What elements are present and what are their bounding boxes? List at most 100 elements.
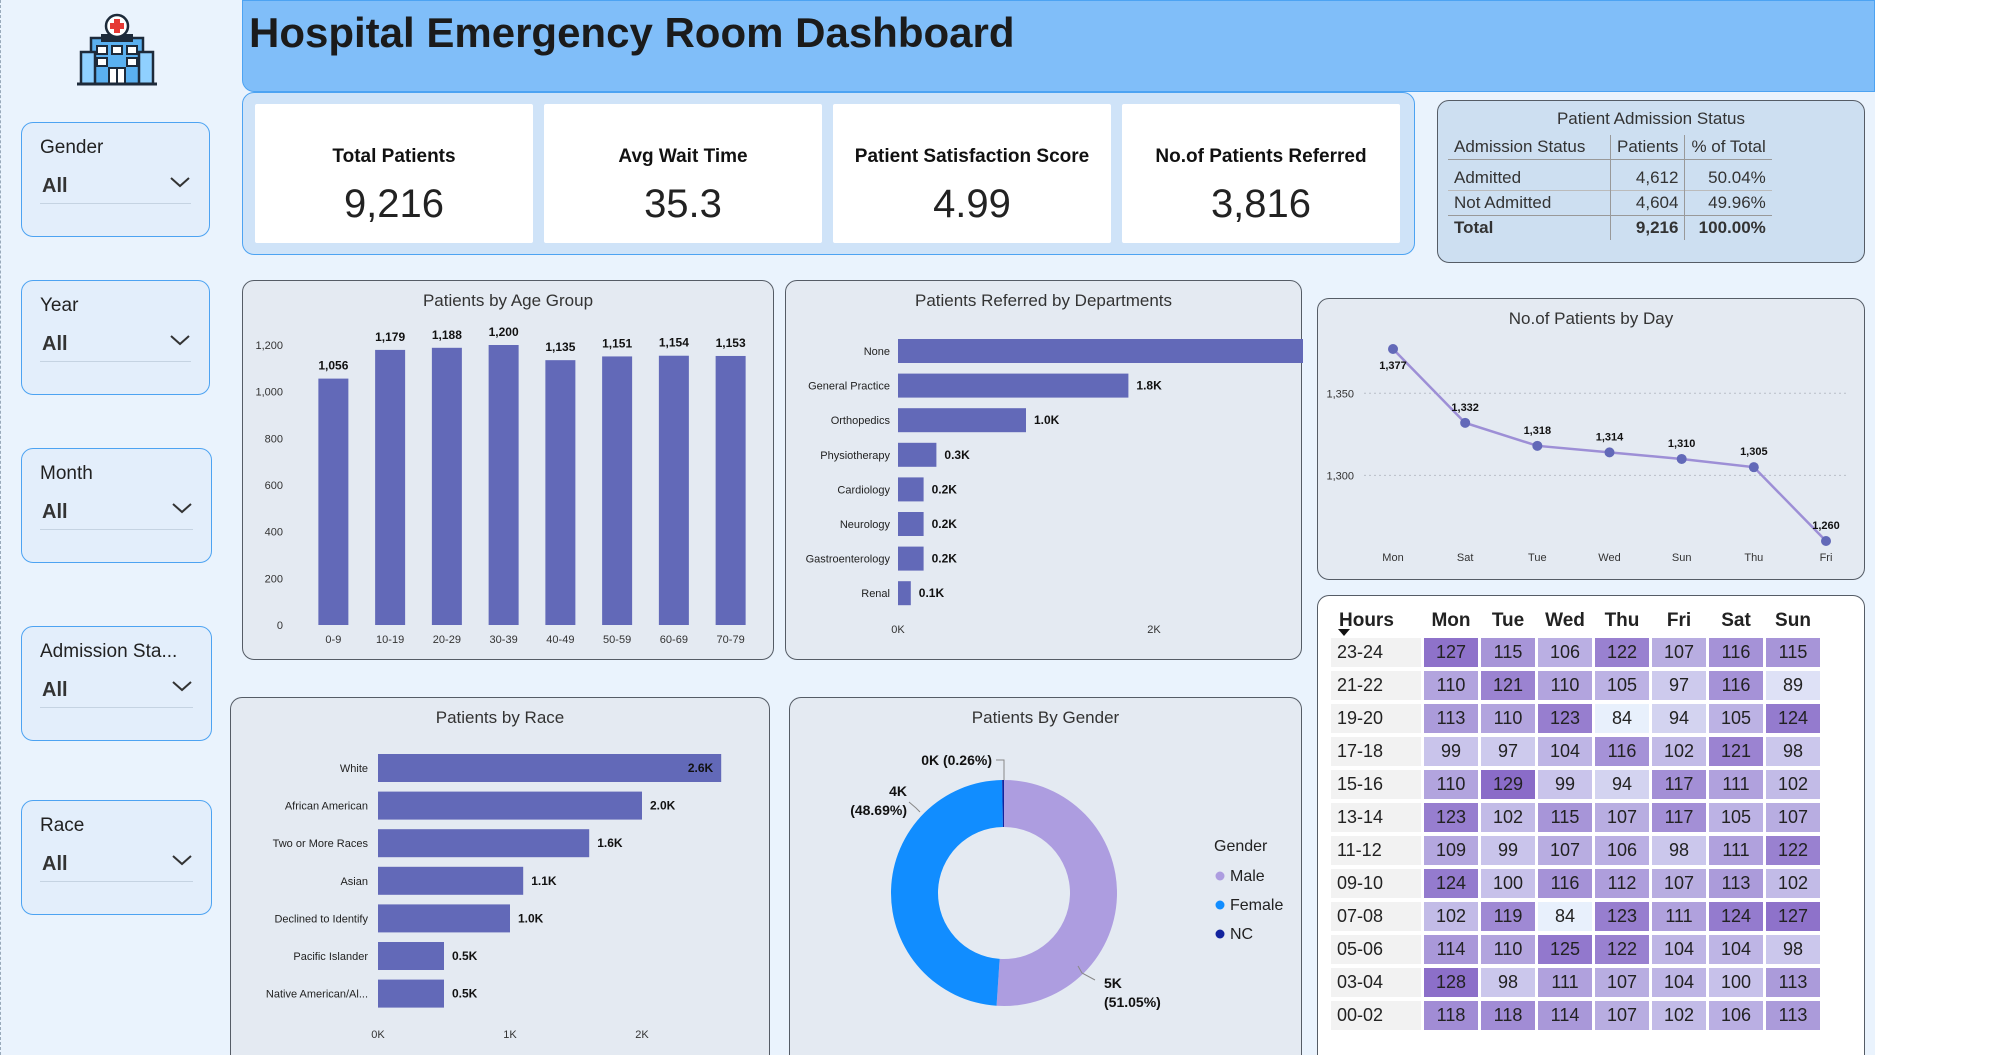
chart-panel-race[interactable]: Patients by Race White 2.6K African Americ… bbox=[230, 697, 770, 1055]
heatmap-cell[interactable]: 128 bbox=[1424, 968, 1478, 997]
heatmap-row[interactable]: 00-02 118 118 114 107 102 106 113 bbox=[1331, 1001, 1820, 1030]
hourly-heatmap-panel[interactable]: Hours Mon Tue Wed Thu Fri Sat Sun 23-24 127 115 106… bbox=[1317, 595, 1865, 1055]
chevron-down-icon[interactable] bbox=[169, 175, 191, 189]
heatmap-cell[interactable]: 106 bbox=[1538, 638, 1592, 667]
kpi-card-satisfaction-score[interactable]: Patient Satisfaction Score 4.99 bbox=[833, 104, 1111, 243]
heatmap-cell[interactable]: 100 bbox=[1481, 869, 1535, 898]
heatmap-cell[interactable]: 99 bbox=[1538, 770, 1592, 799]
heatmap-cell[interactable]: 98 bbox=[1766, 737, 1820, 766]
heatmap-row[interactable]: 13-14 123 102 115 107 117 105 107 bbox=[1331, 803, 1820, 832]
heatmap-cell[interactable]: 98 bbox=[1652, 836, 1706, 865]
slicer-value[interactable]: All bbox=[42, 333, 68, 356]
heatmap-row[interactable]: 15-16 110 129 99 94 117 111 102 bbox=[1331, 770, 1820, 799]
heatmap-row[interactable]: 03-04 128 98 111 107 104 100 113 bbox=[1331, 968, 1820, 997]
heatmap-cell[interactable]: 102 bbox=[1766, 770, 1820, 799]
heatmap-cell[interactable]: 123 bbox=[1595, 902, 1649, 931]
heatmap-cell[interactable]: 94 bbox=[1595, 770, 1649, 799]
heatmap-cell[interactable]: 97 bbox=[1652, 671, 1706, 700]
heatmap-cell[interactable]: 106 bbox=[1595, 836, 1649, 865]
heatmap-cell[interactable]: 105 bbox=[1595, 671, 1649, 700]
heatmap-cell[interactable]: 112 bbox=[1595, 869, 1649, 898]
column-header[interactable]: Patients bbox=[1609, 135, 1685, 160]
heatmap-cell[interactable]: 113 bbox=[1766, 1001, 1820, 1030]
column-header[interactable]: Admission Status bbox=[1448, 135, 1611, 160]
heatmap-cell[interactable]: 114 bbox=[1424, 935, 1478, 964]
heatmap-cell[interactable]: 109 bbox=[1424, 836, 1478, 865]
heatmap-cell[interactable]: 98 bbox=[1766, 935, 1820, 964]
heatmap-row[interactable]: 09-10 124 100 116 112 107 113 102 bbox=[1331, 869, 1820, 898]
heatmap-cell[interactable]: 104 bbox=[1652, 935, 1706, 964]
heatmap-cell[interactable]: 102 bbox=[1652, 1001, 1706, 1030]
heatmap-cell[interactable]: 94 bbox=[1652, 704, 1706, 733]
heatmap-row[interactable]: 21-22 110 121 110 105 97 116 89 bbox=[1331, 671, 1820, 700]
heatmap-column-header[interactable]: Wed bbox=[1538, 608, 1592, 634]
admission-status-table[interactable]: Patient Admission Status Admission Statu… bbox=[1437, 100, 1865, 263]
heatmap-cell[interactable]: 107 bbox=[1652, 638, 1706, 667]
heatmap-row[interactable]: 07-08 102 119 84 123 111 124 127 bbox=[1331, 902, 1820, 931]
heatmap-cell[interactable]: 127 bbox=[1424, 638, 1478, 667]
heatmap-row[interactable]: 11-12 109 99 107 106 98 111 122 bbox=[1331, 836, 1820, 865]
heatmap-cell[interactable]: 84 bbox=[1595, 704, 1649, 733]
chart-panel-departments[interactable]: Patients Referred by Departments None5.4… bbox=[785, 280, 1303, 660]
heatmap-cell[interactable]: 124 bbox=[1424, 869, 1478, 898]
heatmap-cell[interactable]: 118 bbox=[1481, 1001, 1535, 1030]
slicer-gender[interactable]: Gender All bbox=[21, 122, 210, 237]
heatmap-cell[interactable]: 107 bbox=[1538, 836, 1592, 865]
heatmap-cell[interactable]: 124 bbox=[1766, 704, 1820, 733]
heatmap-cell[interactable]: 124 bbox=[1709, 902, 1763, 931]
heatmap-cell[interactable]: 121 bbox=[1709, 737, 1763, 766]
heatmap-row[interactable]: 17-18 99 97 104 116 102 121 98 bbox=[1331, 737, 1820, 766]
heatmap-cell[interactable]: 89 bbox=[1766, 671, 1820, 700]
heatmap-cell[interactable]: 117 bbox=[1652, 770, 1706, 799]
heatmap-row[interactable]: 05-06 114 110 125 122 104 104 98 bbox=[1331, 935, 1820, 964]
heatmap-cell[interactable]: 113 bbox=[1424, 704, 1478, 733]
heatmap-cell[interactable]: 107 bbox=[1766, 803, 1820, 832]
heatmap-cell[interactable]: 119 bbox=[1481, 902, 1535, 931]
heatmap-cell[interactable]: 110 bbox=[1481, 704, 1535, 733]
heatmap-cell[interactable]: 115 bbox=[1538, 803, 1592, 832]
heatmap-cell[interactable]: 117 bbox=[1652, 803, 1706, 832]
heatmap-column-header[interactable]: Sun bbox=[1766, 608, 1820, 634]
heatmap-cell[interactable]: 111 bbox=[1652, 902, 1706, 931]
slicer-month[interactable]: Month All bbox=[21, 448, 212, 563]
slicer-value[interactable]: All bbox=[42, 679, 68, 702]
heatmap-cell[interactable]: 107 bbox=[1652, 869, 1706, 898]
heatmap-cell[interactable]: 84 bbox=[1538, 902, 1592, 931]
heatmap-cell[interactable]: 107 bbox=[1595, 1001, 1649, 1030]
heatmap-cell[interactable]: 111 bbox=[1709, 770, 1763, 799]
heatmap-row[interactable]: 23-24 127 115 106 122 107 116 115 bbox=[1331, 638, 1820, 667]
slicer-admission-status[interactable]: Admission Sta... All bbox=[21, 626, 212, 741]
heatmap-cell[interactable]: 106 bbox=[1709, 1001, 1763, 1030]
heatmap-cell[interactable]: 102 bbox=[1481, 803, 1535, 832]
heatmap-cell[interactable]: 115 bbox=[1481, 638, 1535, 667]
heatmap-cell[interactable]: 113 bbox=[1766, 968, 1820, 997]
heatmap-cell[interactable]: 99 bbox=[1424, 737, 1478, 766]
heatmap-cell[interactable]: 110 bbox=[1424, 770, 1478, 799]
heatmap-cell[interactable]: 121 bbox=[1481, 671, 1535, 700]
heatmap-cell[interactable]: 116 bbox=[1538, 869, 1592, 898]
sort-descending-icon[interactable] bbox=[1338, 629, 1350, 636]
heatmap-cell[interactable]: 110 bbox=[1538, 671, 1592, 700]
slicer-year[interactable]: Year All bbox=[21, 280, 210, 395]
heatmap-cell[interactable]: 122 bbox=[1595, 638, 1649, 667]
heatmap-cell[interactable]: 122 bbox=[1766, 836, 1820, 865]
heatmap-cell[interactable]: 107 bbox=[1595, 968, 1649, 997]
heatmap-cell[interactable]: 116 bbox=[1709, 638, 1763, 667]
chevron-down-icon[interactable] bbox=[171, 679, 193, 693]
slicer-value[interactable]: All bbox=[42, 853, 68, 876]
heatmap-cell[interactable]: 125 bbox=[1538, 935, 1592, 964]
chart-panel-gender[interactable]: Patients By Gender 5K (51.05%) 4K (48.69%) 0… bbox=[789, 697, 1302, 1055]
heatmap-cell[interactable]: 102 bbox=[1652, 737, 1706, 766]
heatmap-column-header[interactable]: Tue bbox=[1481, 608, 1535, 634]
chart-panel-patients-by-day[interactable]: No.of Patients by Day 1,350 1,300 1,377 Mon… bbox=[1317, 298, 1865, 580]
heatmap-cell[interactable]: 98 bbox=[1481, 968, 1535, 997]
heatmap-cell[interactable]: 105 bbox=[1709, 803, 1763, 832]
chart-panel-age-group[interactable]: Patients by Age Group 0 200 400 600 800 1,000… bbox=[242, 280, 774, 660]
kpi-card-patients-referred[interactable]: No.of Patients Referred 3,816 bbox=[1122, 104, 1400, 243]
heatmap-column-header[interactable]: Sat bbox=[1709, 608, 1763, 634]
heatmap-cell[interactable]: 123 bbox=[1424, 803, 1478, 832]
heatmap-cell[interactable]: 105 bbox=[1709, 704, 1763, 733]
heatmap-cell[interactable]: 129 bbox=[1481, 770, 1535, 799]
heatmap-cell[interactable]: 127 bbox=[1766, 902, 1820, 931]
heatmap-cell[interactable]: 111 bbox=[1538, 968, 1592, 997]
